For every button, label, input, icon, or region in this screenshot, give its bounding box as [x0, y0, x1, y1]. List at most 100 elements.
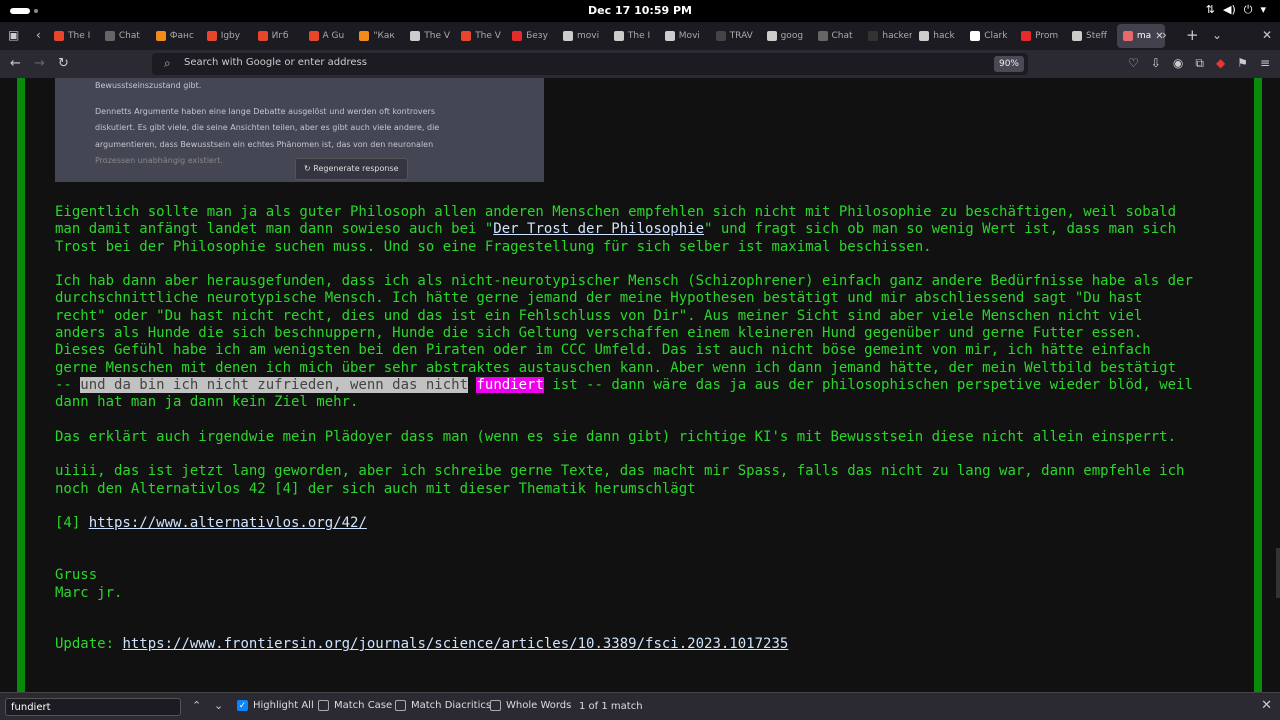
tab-favicon-icon	[512, 31, 523, 41]
zoom-level[interactable]: 90%	[993, 56, 1024, 72]
tab-active[interactable]: ma ✕	[1116, 24, 1165, 48]
tab[interactable]: Prom	[1015, 24, 1065, 48]
tab[interactable]: Igby	[201, 24, 251, 48]
tab[interactable]: Безу	[506, 24, 556, 48]
tab[interactable]: hackers	[862, 24, 912, 48]
alternativlos-link[interactable]: https://www.alternativlos.org/42/	[89, 515, 367, 531]
find-input[interactable]	[5, 698, 181, 716]
tab[interactable]: hack	[913, 24, 963, 48]
screenshot-line: Dennetts Argumente haben eine lange Deba…	[95, 106, 436, 116]
tab-favicon-icon	[919, 31, 930, 41]
left-border	[17, 78, 25, 692]
ublock-icon[interactable]: ◆	[1216, 56, 1225, 71]
screenshot-line: Bewusstseinszustand gibt.	[95, 81, 202, 90]
new-tab-icon[interactable]: +	[1186, 26, 1199, 44]
trost-der-philosophie-link[interactable]: Der Trost der Philosophie	[493, 221, 704, 237]
pocket-icon[interactable]: ♡	[1128, 56, 1139, 71]
whole-words-checkbox[interactable]: Whole Words	[490, 700, 571, 711]
tab[interactable]: Chat	[812, 24, 862, 48]
tab-label: The V	[424, 31, 451, 41]
tab-overview-icon[interactable]: ▣	[8, 28, 19, 42]
tab-favicon-icon	[715, 31, 726, 41]
forward-icon[interactable]: →	[34, 56, 45, 71]
system-tray[interactable]: ⇅ ◀) ⏻ ▾	[1206, 3, 1266, 17]
list-tabs-icon[interactable]: ⌄	[1212, 28, 1222, 42]
tab-label: The V	[475, 31, 501, 41]
tab[interactable]: Movi	[659, 24, 709, 48]
find-bar: ⌃ ⌄ ✓ Highlight All Match Case Match Dia…	[0, 692, 1280, 720]
tab-favicon-icon	[1072, 31, 1082, 41]
selected-text: und da bin ich nicht zufrieden, wenn das…	[80, 376, 469, 393]
highlight-all-label: Highlight All	[253, 700, 314, 711]
account-icon[interactable]: ◉	[1173, 56, 1183, 71]
frontiersin-link[interactable]: https://www.frontiersin.org/journals/sci…	[122, 636, 788, 652]
highlight-all-checkbox[interactable]: ✓ Highlight All	[237, 700, 314, 711]
search-icon: ⌕	[164, 56, 171, 70]
article-text: Eigentlich sollte man ja als guter Philo…	[55, 204, 1235, 654]
tab[interactable]: The V	[455, 24, 505, 48]
regenerate-response-button: ↻ Regenerate response	[295, 158, 408, 180]
extension-icon[interactable]: ⚑	[1237, 56, 1248, 71]
volume-icon[interactable]: ◀)	[1223, 3, 1236, 17]
extensions-icon[interactable]: ⧉	[1195, 56, 1204, 71]
match-case-label: Match Case	[334, 700, 393, 711]
checkbox-checked-icon: ✓	[237, 700, 248, 711]
network-icon[interactable]: ⇅	[1206, 3, 1215, 17]
tab-label: The I	[627, 31, 651, 41]
tab[interactable]: Steff	[1066, 24, 1116, 48]
close-find-bar-icon[interactable]: ✕	[1261, 698, 1272, 713]
tab[interactable]: The V	[404, 24, 454, 48]
tab[interactable]: Clark	[964, 24, 1014, 48]
tab-favicon-icon	[206, 31, 217, 41]
tab[interactable]: Фанс	[150, 24, 200, 48]
checkbox-icon	[490, 700, 501, 711]
tab[interactable]: "Как	[353, 24, 403, 48]
tab[interactable]: Chat	[99, 24, 149, 48]
tab[interactable]: Игб	[252, 24, 302, 48]
find-next-icon[interactable]: ⌄	[214, 699, 223, 712]
paragraph-text: Gruss Marc jr. Update:	[55, 567, 123, 653]
back-icon[interactable]: ←	[10, 56, 21, 71]
tab-label: Игб	[271, 31, 289, 41]
match-case-checkbox[interactable]: Match Case	[318, 700, 392, 711]
scroll-tabs-right-icon[interactable]: ›	[1162, 28, 1167, 42]
downloads-icon[interactable]: ⇩	[1151, 56, 1161, 71]
system-clock[interactable]: Dec 17 10:59 PM	[0, 4, 1280, 17]
reload-icon[interactable]: ↻	[58, 56, 69, 71]
scroll-tabs-left-icon[interactable]: ‹	[36, 28, 41, 42]
tab[interactable]: A Gu	[303, 24, 353, 48]
regenerate-label: Regenerate response	[313, 164, 399, 173]
tab-bar: ▣ ‹ The I Chat Фанс Igby Игб A Gu "Как The V The…	[0, 22, 1280, 50]
tab-label: movi	[577, 31, 600, 41]
system-top-bar: Dec 17 10:59 PM ⇅ ◀) ⏻ ▾	[0, 0, 1280, 22]
match-count: 1 of 1 match	[579, 701, 643, 712]
tab-favicon-icon	[155, 31, 166, 41]
tab[interactable]: goog	[761, 24, 811, 48]
checkbox-icon	[318, 700, 329, 711]
toolbar-icons: ♡ ⇩ ◉ ⧉ ◆ ⚑ ≡	[1128, 56, 1270, 71]
tab-favicon-icon	[54, 31, 64, 41]
tab[interactable]: TRAV	[710, 24, 760, 48]
tab[interactable]: The I	[48, 24, 98, 48]
tab-favicon-icon	[766, 31, 777, 41]
tab-label: "Как	[373, 31, 395, 41]
power-icon[interactable]: ⏻	[1244, 3, 1253, 17]
address-input[interactable]	[184, 57, 884, 68]
tab[interactable]: movi	[557, 24, 607, 48]
close-window-icon[interactable]: ✕	[1262, 28, 1272, 42]
find-previous-icon[interactable]: ⌃	[192, 699, 201, 712]
tab-favicon-icon	[817, 31, 828, 41]
tab-label: ma	[1136, 31, 1152, 41]
menu-icon[interactable]: ≡	[1260, 56, 1270, 71]
refresh-icon: ↻	[304, 164, 314, 173]
scrollbar[interactable]	[1276, 548, 1280, 598]
address-bar[interactable]: ⌕ 90%	[152, 53, 1028, 75]
match-diacritics-label: Match Diacritics	[411, 700, 492, 711]
tab[interactable]: The I	[608, 24, 658, 48]
tab-favicon-icon	[359, 31, 370, 41]
tab-favicon-icon	[257, 31, 268, 41]
match-diacritics-checkbox[interactable]: Match Diacritics	[395, 700, 491, 711]
tab-label: Chat	[118, 31, 140, 41]
dropdown-icon[interactable]: ▾	[1260, 3, 1266, 17]
tab-favicon-icon	[1122, 31, 1133, 41]
